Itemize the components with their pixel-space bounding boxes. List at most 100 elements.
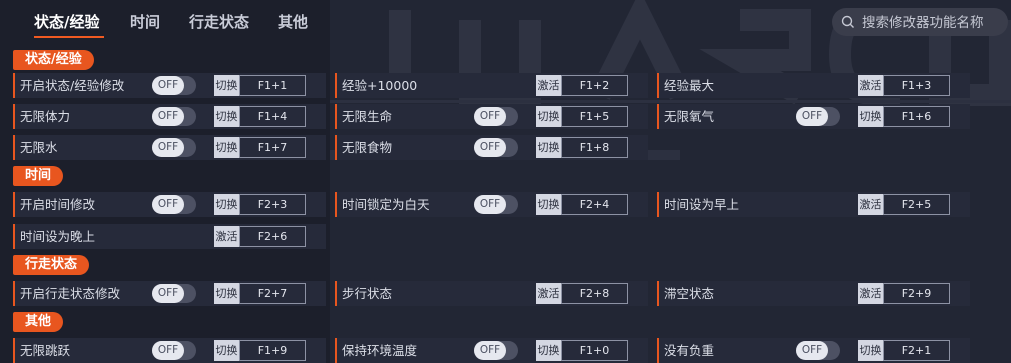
hotkey-key-field[interactable]: F1+6 (883, 106, 950, 127)
hotkey-key-field[interactable]: F2+1 (883, 340, 950, 361)
option-label: 时间设为早上 (664, 197, 740, 212)
hotkey-key-field[interactable]: F2+9 (883, 283, 950, 304)
search-icon (841, 15, 854, 28)
off-toggle[interactable]: OFF (152, 107, 196, 126)
option-row: 开启时间修改 OFF 切换 F2+3 (13, 192, 326, 217)
toggle-state: OFF (474, 107, 506, 126)
hotkey-action-button[interactable]: 激活 (858, 75, 883, 96)
option-row: 没有负重 OFF 切换 F2+1 (657, 338, 970, 363)
hotkey-action-button[interactable]: 切换 (214, 75, 239, 96)
hotkey-key-field[interactable]: F1+0 (561, 340, 628, 361)
toggle-state: OFF (474, 195, 506, 214)
option-row: 无限体力 OFF 切换 F1+4 (13, 104, 326, 129)
toggle-state: OFF (152, 195, 184, 214)
search-input[interactable] (860, 12, 1008, 34)
toggle-state: OFF (152, 341, 184, 360)
toggle-state: OFF (474, 341, 506, 360)
top-navigation: 状态/经验 时间 行走状态 其他 (0, 0, 1011, 44)
off-toggle[interactable]: OFF (152, 195, 196, 214)
tab-status-exp[interactable]: 状态/经验 (34, 9, 99, 35)
option-row: 时间设为晚上 激活 F2+6 (13, 224, 326, 249)
toggle-state: OFF (474, 138, 506, 157)
hotkey-action-button[interactable]: 切换 (536, 340, 561, 361)
hotkey-key-field[interactable]: F2+5 (883, 194, 950, 215)
hotkey-key-field[interactable]: F1+2 (561, 75, 628, 96)
hotkey-action-button[interactable]: 切换 (214, 194, 239, 215)
off-toggle[interactable]: OFF (474, 107, 518, 126)
hotkey-action-button[interactable]: 切换 (536, 137, 561, 158)
hotkey-key-field[interactable]: F2+6 (239, 226, 306, 247)
toggle-state: OFF (152, 76, 184, 95)
option-label: 无限跳跃 (20, 343, 71, 358)
hotkey-action-button[interactable]: 切换 (858, 106, 883, 127)
off-toggle[interactable]: OFF (474, 138, 518, 157)
off-toggle[interactable]: OFF (474, 341, 518, 360)
hotkey-key-field[interactable]: F2+3 (239, 194, 306, 215)
hotkey-action-button[interactable]: 切换 (536, 194, 561, 215)
hotkey-action-button[interactable]: 激活 (214, 226, 239, 247)
option-row: 经验+10000 激活 F1+2 (335, 73, 648, 98)
option-row: 保持环境温度 OFF 切换 F1+0 (335, 338, 648, 363)
option-label: 无限氧气 (664, 109, 715, 124)
toggle-state: OFF (152, 284, 184, 303)
hotkey-key-field[interactable]: F2+8 (561, 283, 628, 304)
off-toggle[interactable]: OFF (796, 107, 840, 126)
hotkey-action-button[interactable]: 切换 (214, 283, 239, 304)
option-label: 开启时间修改 (20, 197, 96, 212)
hotkey-action-button[interactable]: 激活 (536, 75, 561, 96)
option-row: 无限生命 OFF 切换 F1+5 (335, 104, 648, 129)
option-row: 无限水 OFF 切换 F1+7 (13, 135, 326, 160)
option-label: 步行状态 (342, 286, 393, 301)
hotkey-key-field[interactable]: F2+4 (561, 194, 628, 215)
off-toggle[interactable]: OFF (474, 195, 518, 214)
section-title-status-exp: 状态/经验 (13, 50, 94, 70)
toggle-state: OFF (796, 107, 828, 126)
off-toggle[interactable]: OFF (796, 341, 840, 360)
toggle-state: OFF (796, 341, 828, 360)
hotkey-key-field[interactable]: F1+3 (883, 75, 950, 96)
tab-time[interactable]: 时间 (130, 9, 160, 35)
hotkey-action-button[interactable]: 激活 (858, 283, 883, 304)
hotkey-action-button[interactable]: 切换 (214, 106, 239, 127)
option-row: 时间设为早上 激活 F2+5 (657, 192, 970, 217)
hotkey-key-field[interactable]: F2+7 (239, 283, 306, 304)
option-row: 无限食物 OFF 切换 F1+8 (335, 135, 648, 160)
off-toggle[interactable]: OFF (152, 284, 196, 303)
option-row: 无限跳跃 OFF 切换 F1+9 (13, 338, 326, 363)
off-toggle[interactable]: OFF (152, 138, 196, 157)
off-toggle[interactable]: OFF (152, 341, 196, 360)
hotkey-action-button[interactable]: 切换 (214, 340, 239, 361)
hotkey-key-field[interactable]: F1+9 (239, 340, 306, 361)
section-title-walk-status: 行走状态 (13, 255, 90, 275)
option-row: 无限氧气 OFF 切换 F1+6 (657, 104, 970, 129)
option-label: 无限食物 (342, 140, 393, 155)
option-row: 步行状态 激活 F2+8 (335, 281, 648, 306)
option-label: 经验最大 (664, 78, 715, 93)
hotkey-key-field[interactable]: F1+4 (239, 106, 306, 127)
toggle-state: OFF (152, 138, 184, 157)
hotkey-action-button[interactable]: 激活 (858, 194, 883, 215)
option-label: 无限生命 (342, 109, 393, 124)
off-toggle[interactable]: OFF (152, 76, 196, 95)
hotkey-key-field[interactable]: F1+7 (239, 137, 306, 158)
hotkey-action-button[interactable]: 切换 (214, 137, 239, 158)
hotkey-key-field[interactable]: F1+1 (239, 75, 306, 96)
option-label: 滞空状态 (664, 286, 715, 301)
option-label: 开启行走状态修改 (20, 286, 121, 301)
option-row: 经验最大 激活 F1+3 (657, 73, 970, 98)
hotkey-key-field[interactable]: F1+8 (561, 137, 628, 158)
hotkey-key-field[interactable]: F1+5 (561, 106, 628, 127)
toggle-state: OFF (152, 107, 184, 126)
search-box[interactable] (832, 8, 1008, 36)
background-decoration (330, 0, 1011, 363)
section-title-other: 其他 (13, 312, 64, 332)
option-label: 保持环境温度 (342, 343, 418, 358)
tab-walk-status[interactable]: 行走状态 (189, 9, 249, 35)
option-label: 时间设为晚上 (20, 229, 96, 244)
hotkey-action-button[interactable]: 切换 (536, 106, 561, 127)
option-row: 时间锁定为白天 OFF 切换 F2+4 (335, 192, 648, 217)
hotkey-action-button[interactable]: 激活 (536, 283, 561, 304)
active-tab-indicator (34, 36, 104, 38)
tab-other[interactable]: 其他 (278, 9, 308, 35)
hotkey-action-button[interactable]: 切换 (858, 340, 883, 361)
